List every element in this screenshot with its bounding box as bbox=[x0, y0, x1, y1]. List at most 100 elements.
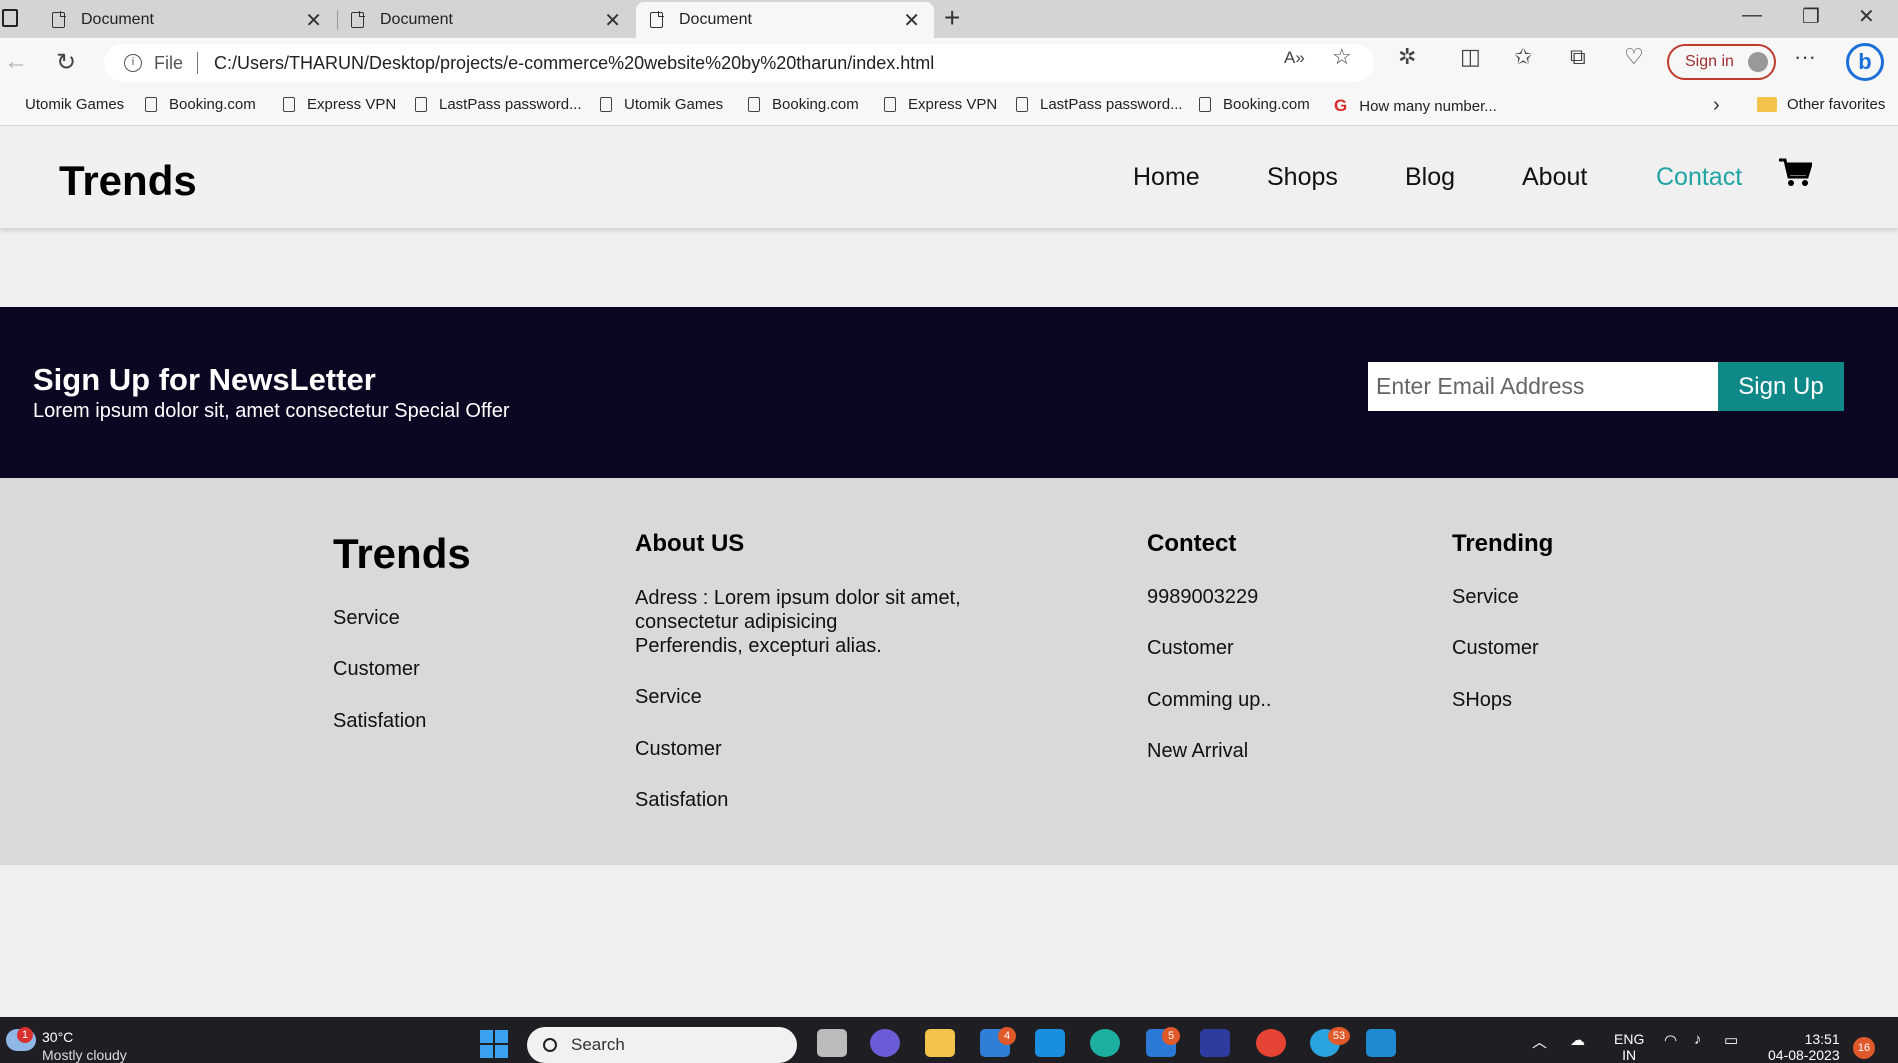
more-options-icon[interactable]: ··· bbox=[1794, 44, 1816, 70]
footer-link[interactable]: Service bbox=[333, 607, 400, 630]
footer-link[interactable]: Customer bbox=[1147, 637, 1234, 660]
favorite-link[interactable]: Express VPN bbox=[283, 96, 396, 113]
footer-link[interactable]: New Arrival bbox=[1147, 740, 1248, 763]
footer-link[interactable]: Comming up.. bbox=[1147, 689, 1272, 712]
windows-taskbar: 1 30°C Mostly cloudy Search 4 5 53 ︿ ☁ E… bbox=[0, 1017, 1898, 1063]
nav-shops[interactable]: Shops bbox=[1267, 163, 1338, 192]
back-icon[interactable]: ← bbox=[4, 48, 28, 76]
refresh-icon[interactable]: ↻ bbox=[56, 48, 76, 77]
telegram-badge: 53 bbox=[1328, 1027, 1350, 1045]
browser-tab-3-active[interactable]: Document ✕ bbox=[636, 2, 934, 38]
battery-icon[interactable]: ▭ bbox=[1724, 1031, 1738, 1049]
bing-copilot-icon[interactable]: b bbox=[1846, 43, 1884, 81]
read-aloud-icon[interactable]: A» bbox=[1284, 48, 1305, 68]
browser-tab-2[interactable]: Document ✕ bbox=[337, 2, 635, 38]
nav-home[interactable]: Home bbox=[1133, 163, 1200, 192]
other-favorites-label: Other favorites bbox=[1787, 96, 1886, 113]
file-explorer-icon[interactable] bbox=[925, 1029, 955, 1057]
email-input[interactable] bbox=[1368, 362, 1718, 411]
chevron-right-icon[interactable]: › bbox=[1713, 94, 1720, 117]
split-screen-icon[interactable]: ◫ bbox=[1460, 44, 1481, 70]
edge-browser-icon[interactable] bbox=[1090, 1029, 1120, 1057]
new-tab-icon[interactable]: + bbox=[944, 2, 960, 34]
tab-title: Document bbox=[380, 11, 453, 28]
sign-in-button[interactable]: Sign in bbox=[1667, 44, 1776, 80]
taskbar-search[interactable]: Search bbox=[527, 1027, 797, 1063]
search-icon bbox=[543, 1038, 557, 1052]
browser-tab-1[interactable]: Document ✕ bbox=[38, 2, 336, 38]
favorite-link[interactable]: Utomik Games bbox=[0, 96, 124, 113]
nav-blog[interactable]: Blog bbox=[1405, 163, 1455, 192]
chevron-up-icon[interactable]: ︿ bbox=[1532, 1031, 1547, 1052]
document-icon bbox=[351, 11, 365, 28]
favorite-link[interactable]: Express VPN bbox=[884, 96, 997, 113]
task-view-icon[interactable] bbox=[817, 1029, 847, 1057]
favorite-label: Booking.com bbox=[169, 96, 256, 113]
restore-icon[interactable]: ❐ bbox=[1802, 4, 1820, 29]
onedrive-cloud-icon[interactable]: ☁ bbox=[1570, 1031, 1585, 1049]
favorite-label: Utomik Games bbox=[624, 96, 724, 113]
footer-address: Adress : Lorem ipsum dolor sit amet, con… bbox=[635, 586, 1035, 658]
close-window-icon[interactable]: ✕ bbox=[1858, 4, 1875, 29]
weather-temperature[interactable]: 30°C bbox=[42, 1029, 73, 1045]
webex-icon[interactable] bbox=[1200, 1029, 1230, 1057]
windows-start-icon[interactable] bbox=[480, 1030, 508, 1058]
page-icon bbox=[1199, 97, 1211, 112]
address-line: Perferendis, excepturi alias. bbox=[635, 635, 882, 657]
favorite-link[interactable]: G How many number... bbox=[1334, 96, 1497, 116]
footer-link[interactable]: Service bbox=[635, 686, 702, 709]
chrome-icon[interactable] bbox=[1256, 1029, 1286, 1057]
close-tab-icon[interactable]: ✕ bbox=[305, 8, 322, 33]
newsletter-subtitle: Lorem ipsum dolor sit, amet consectetur … bbox=[33, 400, 510, 422]
favorite-link[interactable]: Booking.com bbox=[1199, 96, 1310, 113]
favorite-star-icon[interactable]: ☆ bbox=[1332, 44, 1352, 70]
site-icon: G bbox=[1334, 96, 1348, 115]
collections-icon[interactable]: ⧉ bbox=[1570, 44, 1586, 70]
page-icon bbox=[1016, 97, 1028, 112]
info-icon[interactable]: i bbox=[124, 54, 142, 72]
url-text[interactable]: C:/Users/THARUN/Desktop/projects/e-comme… bbox=[214, 53, 934, 74]
footer-link[interactable]: Service bbox=[1452, 586, 1519, 609]
favorite-link[interactable]: LastPass password... bbox=[415, 96, 582, 113]
site-footer: Trends Service Customer Satisfation Abou… bbox=[0, 478, 1898, 865]
language-code: ENG bbox=[1614, 1031, 1645, 1047]
myhp-icon[interactable] bbox=[1035, 1029, 1065, 1057]
close-tab-icon[interactable]: ✕ bbox=[604, 8, 621, 33]
favorite-link[interactable]: Booking.com bbox=[748, 96, 859, 113]
footer-link[interactable]: Satisfation bbox=[635, 789, 728, 812]
document-icon bbox=[650, 11, 664, 28]
favorite-link[interactable]: Booking.com bbox=[145, 96, 256, 113]
performance-icon[interactable]: ♡ bbox=[1624, 44, 1644, 70]
minimize-icon[interactable]: — bbox=[1742, 4, 1762, 27]
tab-actions-icon[interactable] bbox=[2, 9, 18, 27]
nav-about[interactable]: About bbox=[1522, 163, 1587, 192]
browser-tab-bar: Document ✕ Document ✕ Document ✕ + — ❐ ✕ bbox=[0, 0, 1898, 38]
footer-phone[interactable]: 9989003229 bbox=[1147, 586, 1258, 609]
site-logo[interactable]: Trends bbox=[59, 157, 197, 205]
divider bbox=[197, 52, 199, 74]
favorite-link[interactable]: Utomik Games bbox=[600, 96, 723, 113]
footer-link[interactable]: Customer bbox=[333, 658, 420, 681]
address-bar[interactable]: i File C:/Users/THARUN/Desktop/projects/… bbox=[104, 44, 1374, 82]
sign-up-button[interactable]: Sign Up bbox=[1718, 362, 1844, 411]
footer-link[interactable]: SHops bbox=[1452, 689, 1512, 712]
notification-badge[interactable]: 16 bbox=[1853, 1037, 1875, 1059]
favorite-link[interactable]: LastPass password... bbox=[1016, 96, 1183, 113]
language-indicator[interactable]: ENG IN bbox=[1614, 1031, 1644, 1063]
teams-chat-icon[interactable] bbox=[870, 1029, 900, 1057]
nav-contact[interactable]: Contact bbox=[1656, 163, 1742, 192]
weather-description[interactable]: Mostly cloudy bbox=[42, 1047, 127, 1063]
clock[interactable]: 13:51 04-08-2023 bbox=[1768, 1031, 1840, 1063]
cart-icon[interactable] bbox=[1778, 157, 1814, 192]
vscode-icon[interactable] bbox=[1366, 1029, 1396, 1057]
wifi-icon[interactable]: ◠ bbox=[1664, 1031, 1677, 1049]
close-tab-icon[interactable]: ✕ bbox=[903, 8, 920, 33]
footer-link[interactable]: Customer bbox=[1452, 637, 1539, 660]
volume-icon[interactable]: ♪ bbox=[1694, 1031, 1702, 1048]
footer-link[interactable]: Customer bbox=[635, 738, 722, 761]
other-favorites[interactable]: Other favorites bbox=[1757, 96, 1885, 113]
favorites-icon[interactable]: ✩ bbox=[1514, 44, 1532, 70]
footer-link[interactable]: Satisfation bbox=[333, 710, 426, 733]
favorite-label: LastPass password... bbox=[1040, 96, 1183, 113]
extensions-icon[interactable]: ✲ bbox=[1398, 44, 1416, 70]
